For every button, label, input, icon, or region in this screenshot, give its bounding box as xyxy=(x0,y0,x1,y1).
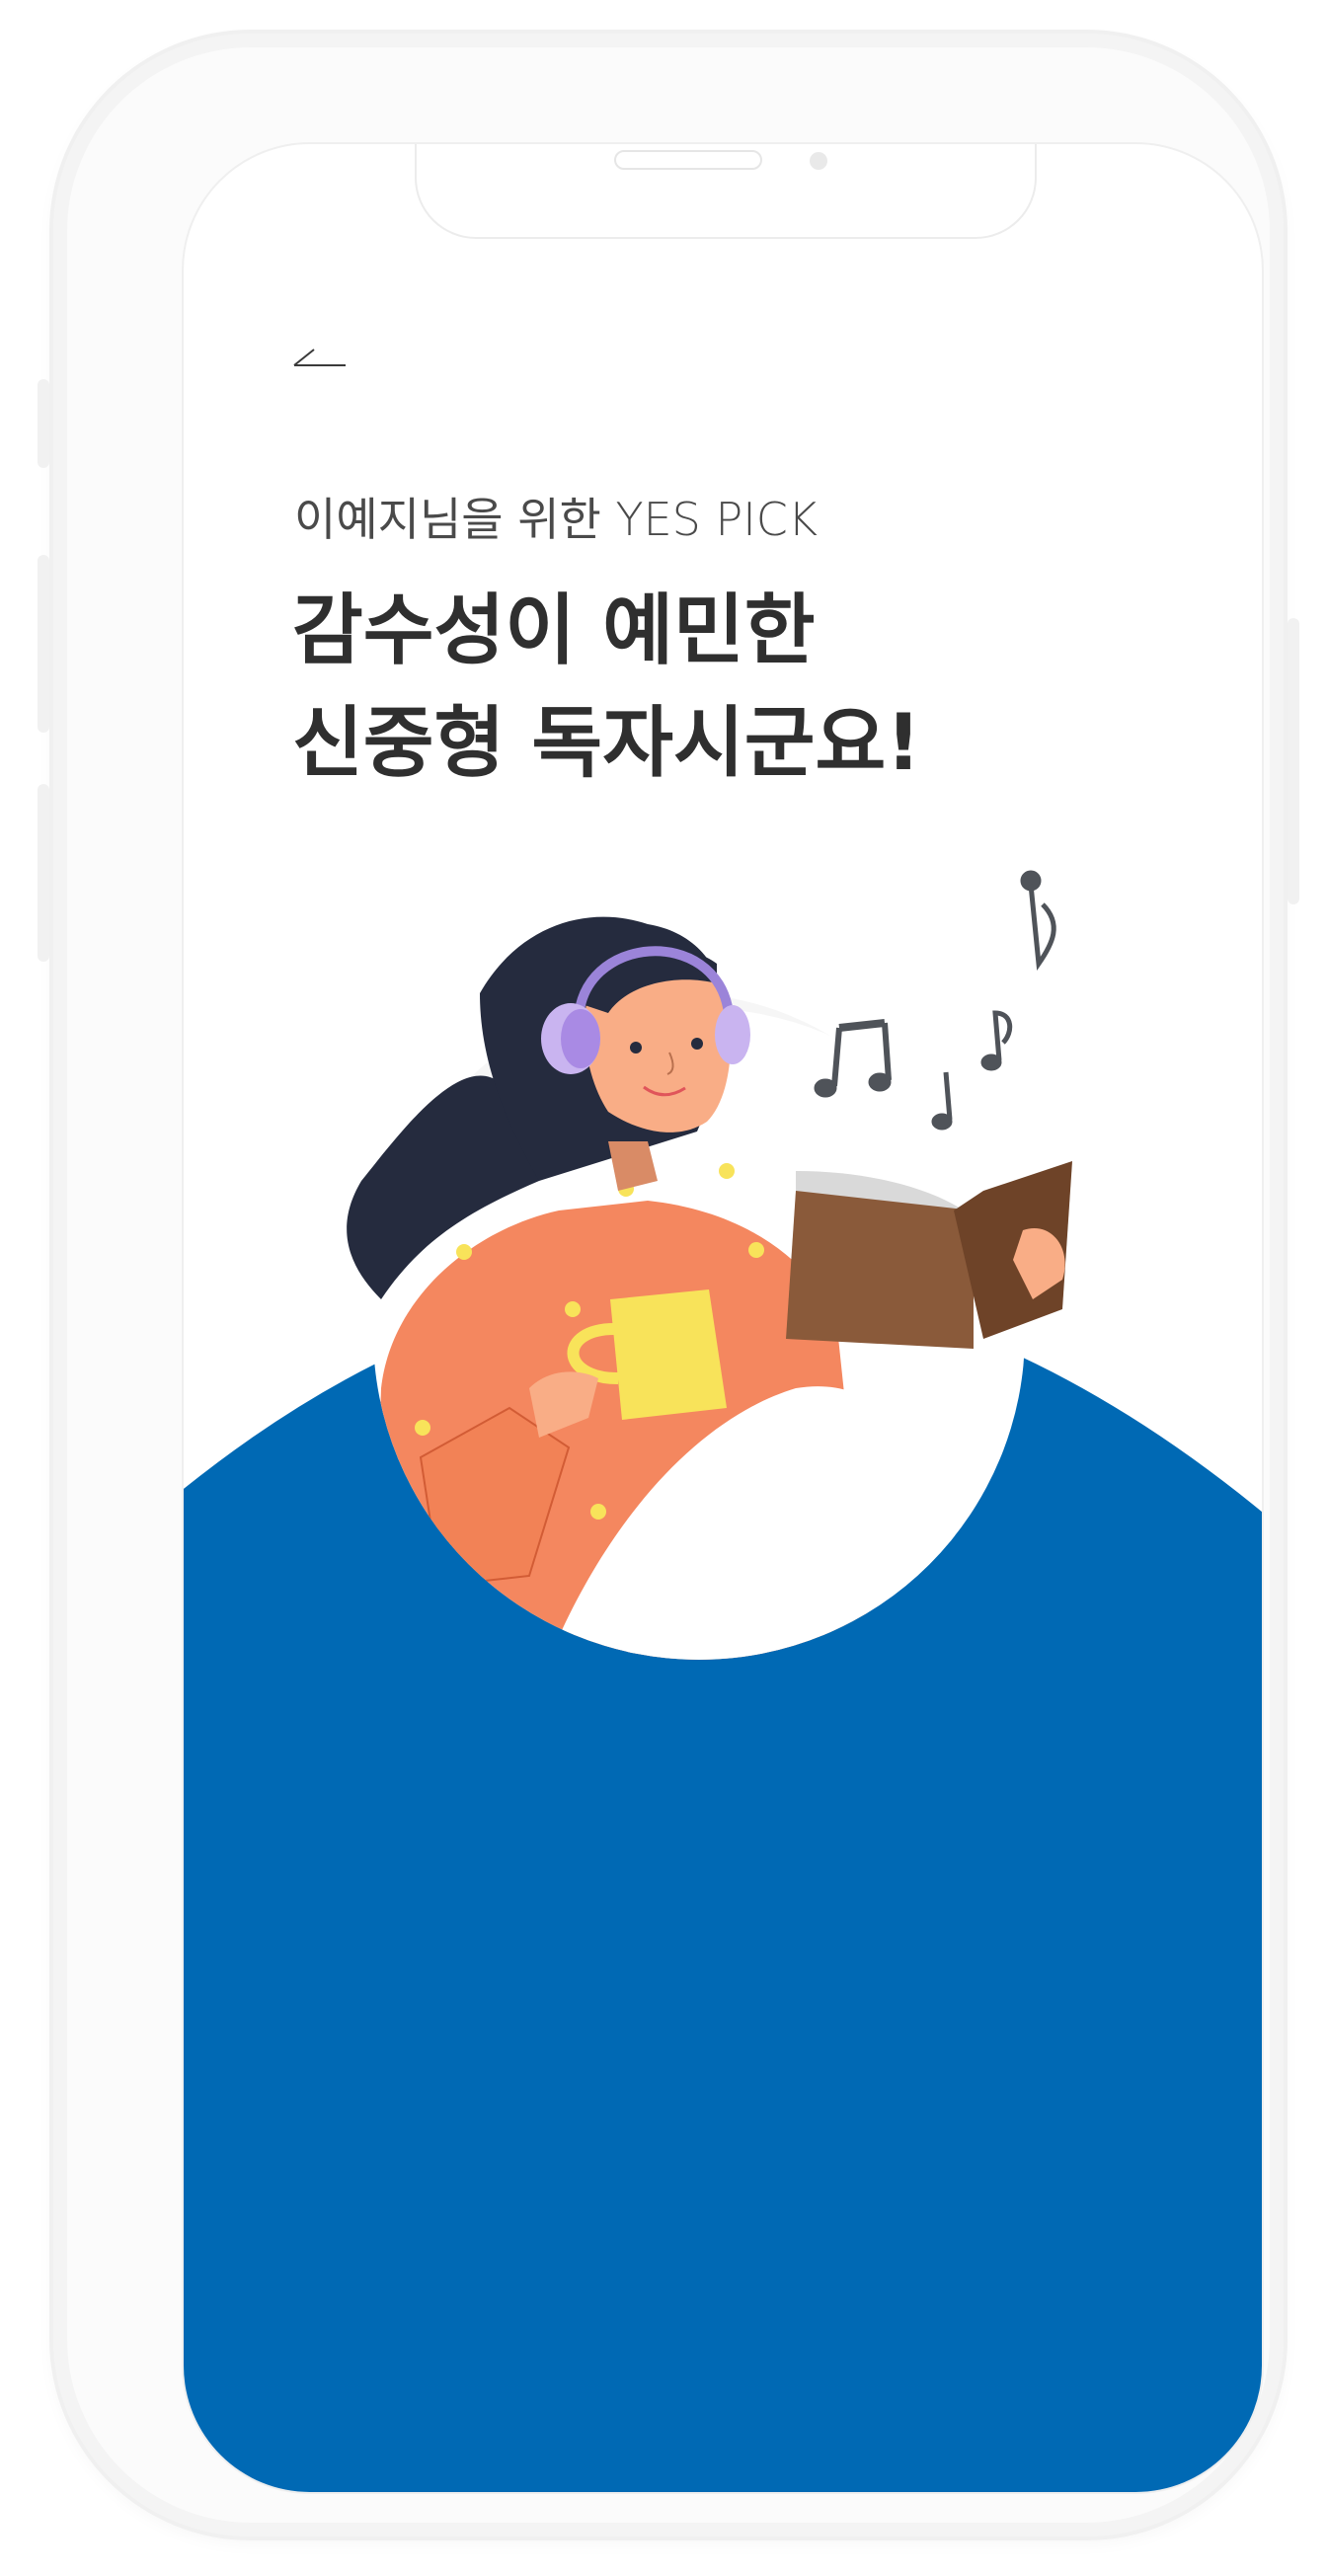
side-button-power xyxy=(1288,618,1299,904)
mug xyxy=(610,1289,727,1420)
side-button-volume-down xyxy=(38,784,49,962)
headphone-right xyxy=(715,1005,750,1064)
eye-right xyxy=(691,1038,703,1050)
side-button-volume-up xyxy=(38,555,49,733)
book xyxy=(786,1191,974,1349)
eye-left xyxy=(630,1042,642,1054)
woman-reading-with-headphones-illustration xyxy=(184,870,1262,2492)
side-button-silent xyxy=(38,379,49,468)
screen: 이예지님을 위한 YES PICK 감수성이 예민한 신중형 독자시군요! xyxy=(182,142,1264,2494)
phone-frame: 이예지님을 위한 YES PICK 감수성이 예민한 신중형 독자시군요! xyxy=(38,34,1299,2537)
